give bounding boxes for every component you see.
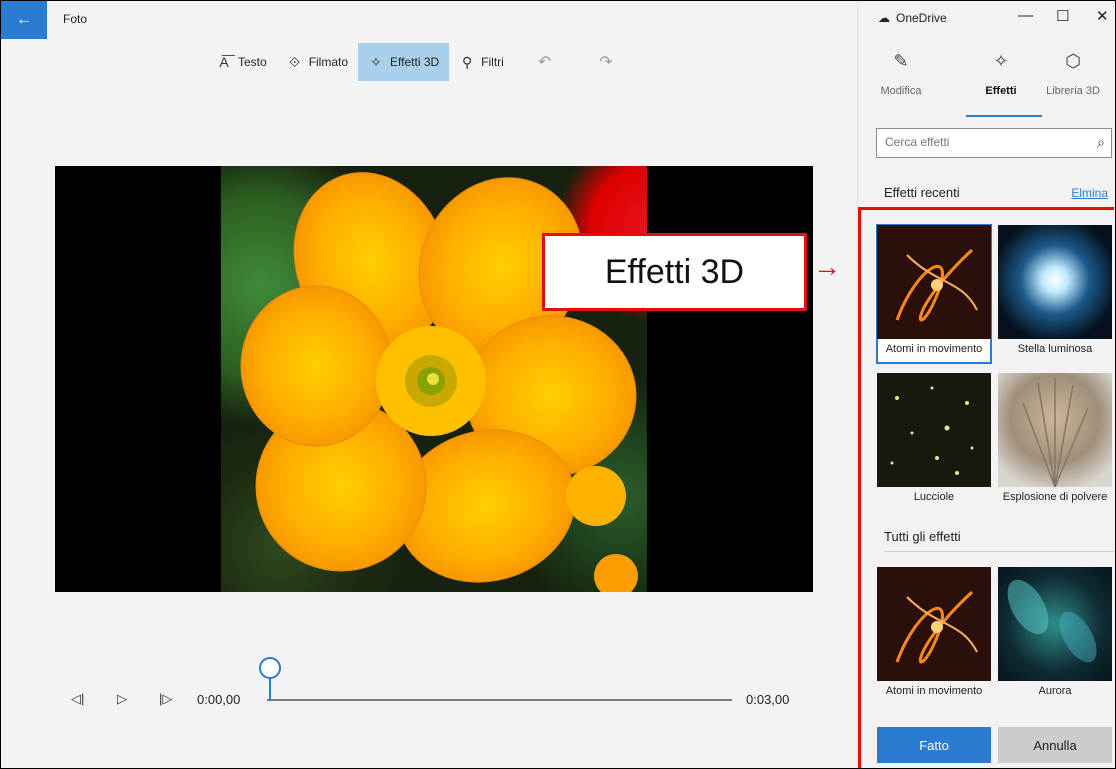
tab-libreria-3d-label: Libreria 3D	[1046, 85, 1100, 97]
undo-icon: ↶	[537, 54, 552, 71]
active-tab-indicator	[966, 115, 1042, 117]
undo-button[interactable]: ↶	[514, 43, 575, 81]
onedrive-icon: ☁	[878, 11, 890, 25]
text-button-label: Testo	[238, 55, 267, 69]
filter-icon: ⚲	[462, 53, 473, 70]
cancel-button[interactable]: Annulla	[998, 727, 1112, 763]
video-preview[interactable]	[55, 166, 813, 592]
text-icon: A͞	[219, 54, 229, 70]
play-button[interactable]: ▷	[117, 691, 127, 707]
playhead-handle[interactable]	[259, 657, 281, 679]
total-time: 0:03,00	[746, 692, 790, 707]
onedrive-status[interactable]: ☁ OneDrive	[878, 11, 947, 25]
tab-libreria-3d[interactable]: ⬡ Libreria 3D	[1030, 51, 1115, 97]
effect-tile-stella[interactable]: Stella luminosa	[998, 225, 1112, 363]
back-button[interactable]: ←	[1, 1, 47, 39]
minimize-icon[interactable]: —	[1018, 7, 1033, 24]
effects3d-callout: Effetti 3D	[542, 233, 807, 311]
effect-caption: Lucciole	[913, 491, 955, 503]
panel-tabs: ✎ Modifica ✧ Effetti ⬡ Libreria 3D	[858, 51, 1115, 121]
back-arrow-icon: ←	[16, 11, 32, 28]
effects3d-button-label: Effetti 3D	[390, 55, 440, 69]
effects-panel: ☁ OneDrive — ☐ ✕ ✎ Modifica ✧ Effetti ⬡ …	[857, 1, 1115, 768]
title-bar: ← Foto	[1, 1, 857, 39]
effect-thumbnail	[998, 567, 1112, 681]
effect-tile-esplosione[interactable]: Esplosione di polvere	[998, 373, 1112, 511]
maximize-icon[interactable]: ☐	[1056, 7, 1069, 25]
filters-button[interactable]: ⚲ Filtri	[449, 43, 514, 81]
callout-arrow-icon: →	[813, 251, 841, 282]
effect-thumbnail	[877, 373, 991, 487]
effect-tile-atomi[interactable]: Atomi in movimento	[876, 224, 992, 364]
search-box: ⌕	[876, 128, 1112, 158]
next-frame-button[interactable]: |▷	[159, 691, 172, 707]
effect-tile-lucciole[interactable]: Lucciole	[877, 373, 991, 511]
search-input[interactable]	[883, 134, 1087, 150]
flower-photo	[221, 166, 647, 592]
editor-toolbar: A͞ Testo ⟐ Filmato ✧ Effetti 3D ⚲ Filtri…	[206, 43, 637, 81]
effect-caption: Esplosione di polvere	[1002, 491, 1108, 503]
motion-button[interactable]: ⟐ Filmato	[277, 43, 358, 81]
effect-thumbnail	[877, 567, 991, 681]
pencil-icon: ✎	[893, 51, 909, 71]
timeline: ◁| ▷ |▷ 0:00,00 0:03,00	[55, 651, 813, 711]
tab-modifica[interactable]: ✎ Modifica	[858, 51, 944, 97]
redo-button[interactable]: ↷	[575, 43, 636, 81]
redo-icon: ↷	[599, 54, 613, 71]
section-divider	[884, 551, 1114, 552]
effects3d-icon: ✧	[370, 53, 382, 70]
effect-caption: Stella luminosa	[1017, 343, 1093, 355]
effect-caption: Aurora	[1038, 685, 1072, 697]
app-window: ← Foto A͞ Testo ⟐ Filmato ✧ Effetti 3D ⚲…	[0, 0, 1116, 769]
effect-caption: Atomi in movimento	[885, 685, 983, 697]
previous-frame-button[interactable]: ◁|	[71, 691, 84, 707]
effects3d-button[interactable]: ✧ Effetti 3D	[358, 43, 450, 81]
timeline-track[interactable]	[267, 699, 732, 701]
clear-recent-link[interactable]: Elmina	[1071, 186, 1108, 200]
motion-icon: ⟐	[289, 53, 301, 70]
effect-tile-aurora[interactable]: Aurora	[998, 567, 1112, 705]
effect-thumbnail	[877, 225, 991, 339]
effect-thumbnail	[998, 373, 1112, 487]
current-time: 0:00,00	[197, 692, 241, 707]
flower-illustration	[240, 172, 638, 592]
onedrive-label: OneDrive	[896, 11, 947, 25]
all-effects-title: Tutti gli effetti	[884, 529, 961, 544]
recent-effects-title: Effetti recenti	[884, 185, 960, 200]
cube-icon: ⬡	[1065, 51, 1081, 71]
tab-modifica-label: Modifica	[880, 85, 922, 97]
motion-button-label: Filmato	[308, 55, 349, 69]
close-icon[interactable]: ✕	[1096, 7, 1109, 25]
effect-tile-atomi-all[interactable]: Atomi in movimento	[877, 567, 991, 705]
app-title: Foto	[63, 12, 88, 26]
filters-button-label: Filtri	[481, 55, 504, 69]
effect-caption: Atomi in movimento	[885, 343, 983, 355]
text-button[interactable]: A͞ Testo	[206, 43, 277, 81]
effect-thumbnail	[998, 225, 1112, 339]
search-icon[interactable]: ⌕	[1097, 134, 1105, 151]
done-button[interactable]: Fatto	[877, 727, 991, 763]
